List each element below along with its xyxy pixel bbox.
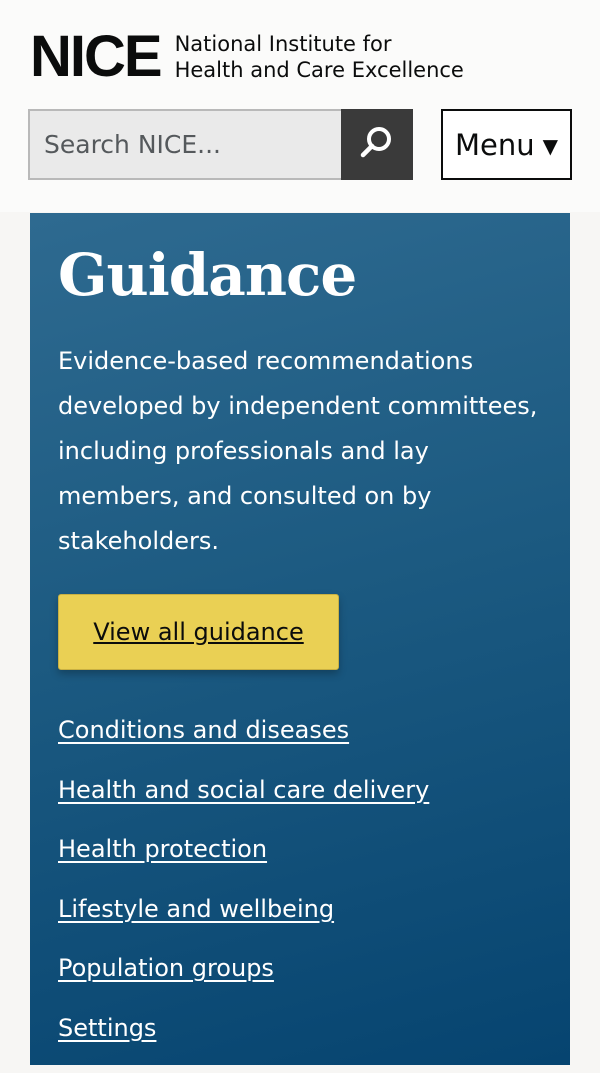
guidance-links: Conditions and diseases Health and socia… [58,716,429,1073]
link-lifestyle-and-wellbeing[interactable]: Lifestyle and wellbeing [58,895,334,923]
menu-label: Menu [454,127,535,162]
link-health-and-social-care-delivery[interactable]: Health and social care delivery [58,776,429,804]
search-bar [28,109,413,180]
caret-down-icon: ▼ [542,134,558,158]
guidance-panel: Guidance Evidence-based recommendations … [30,213,570,1065]
view-all-guidance-button[interactable]: View all guidance [58,594,339,670]
link-health-protection[interactable]: Health protection [58,835,267,863]
panel-description: Evidence-based recommendations developed… [58,347,538,555]
logo-text: National Institute for Health and Care E… [175,31,464,83]
search-button[interactable] [341,109,413,180]
link-population-groups[interactable]: Population groups [58,954,274,982]
search-input[interactable] [28,109,341,180]
link-conditions-and-diseases[interactable]: Conditions and diseases [58,716,349,744]
logo-line-2: Health and Care Excellence [174,58,464,82]
link-settings[interactable]: Settings [58,1014,156,1042]
menu-button[interactable]: Menu ▼ [441,109,572,180]
nice-logo[interactable]: NICE National Institute for Health and C… [30,28,464,86]
search-icon [358,124,396,166]
logo-mark: NICE [30,24,163,89]
panel-title: Guidance [58,241,357,309]
logo-line-1: National Institute for [174,32,392,56]
site-header: NICE National Institute for Health and C… [0,0,600,212]
